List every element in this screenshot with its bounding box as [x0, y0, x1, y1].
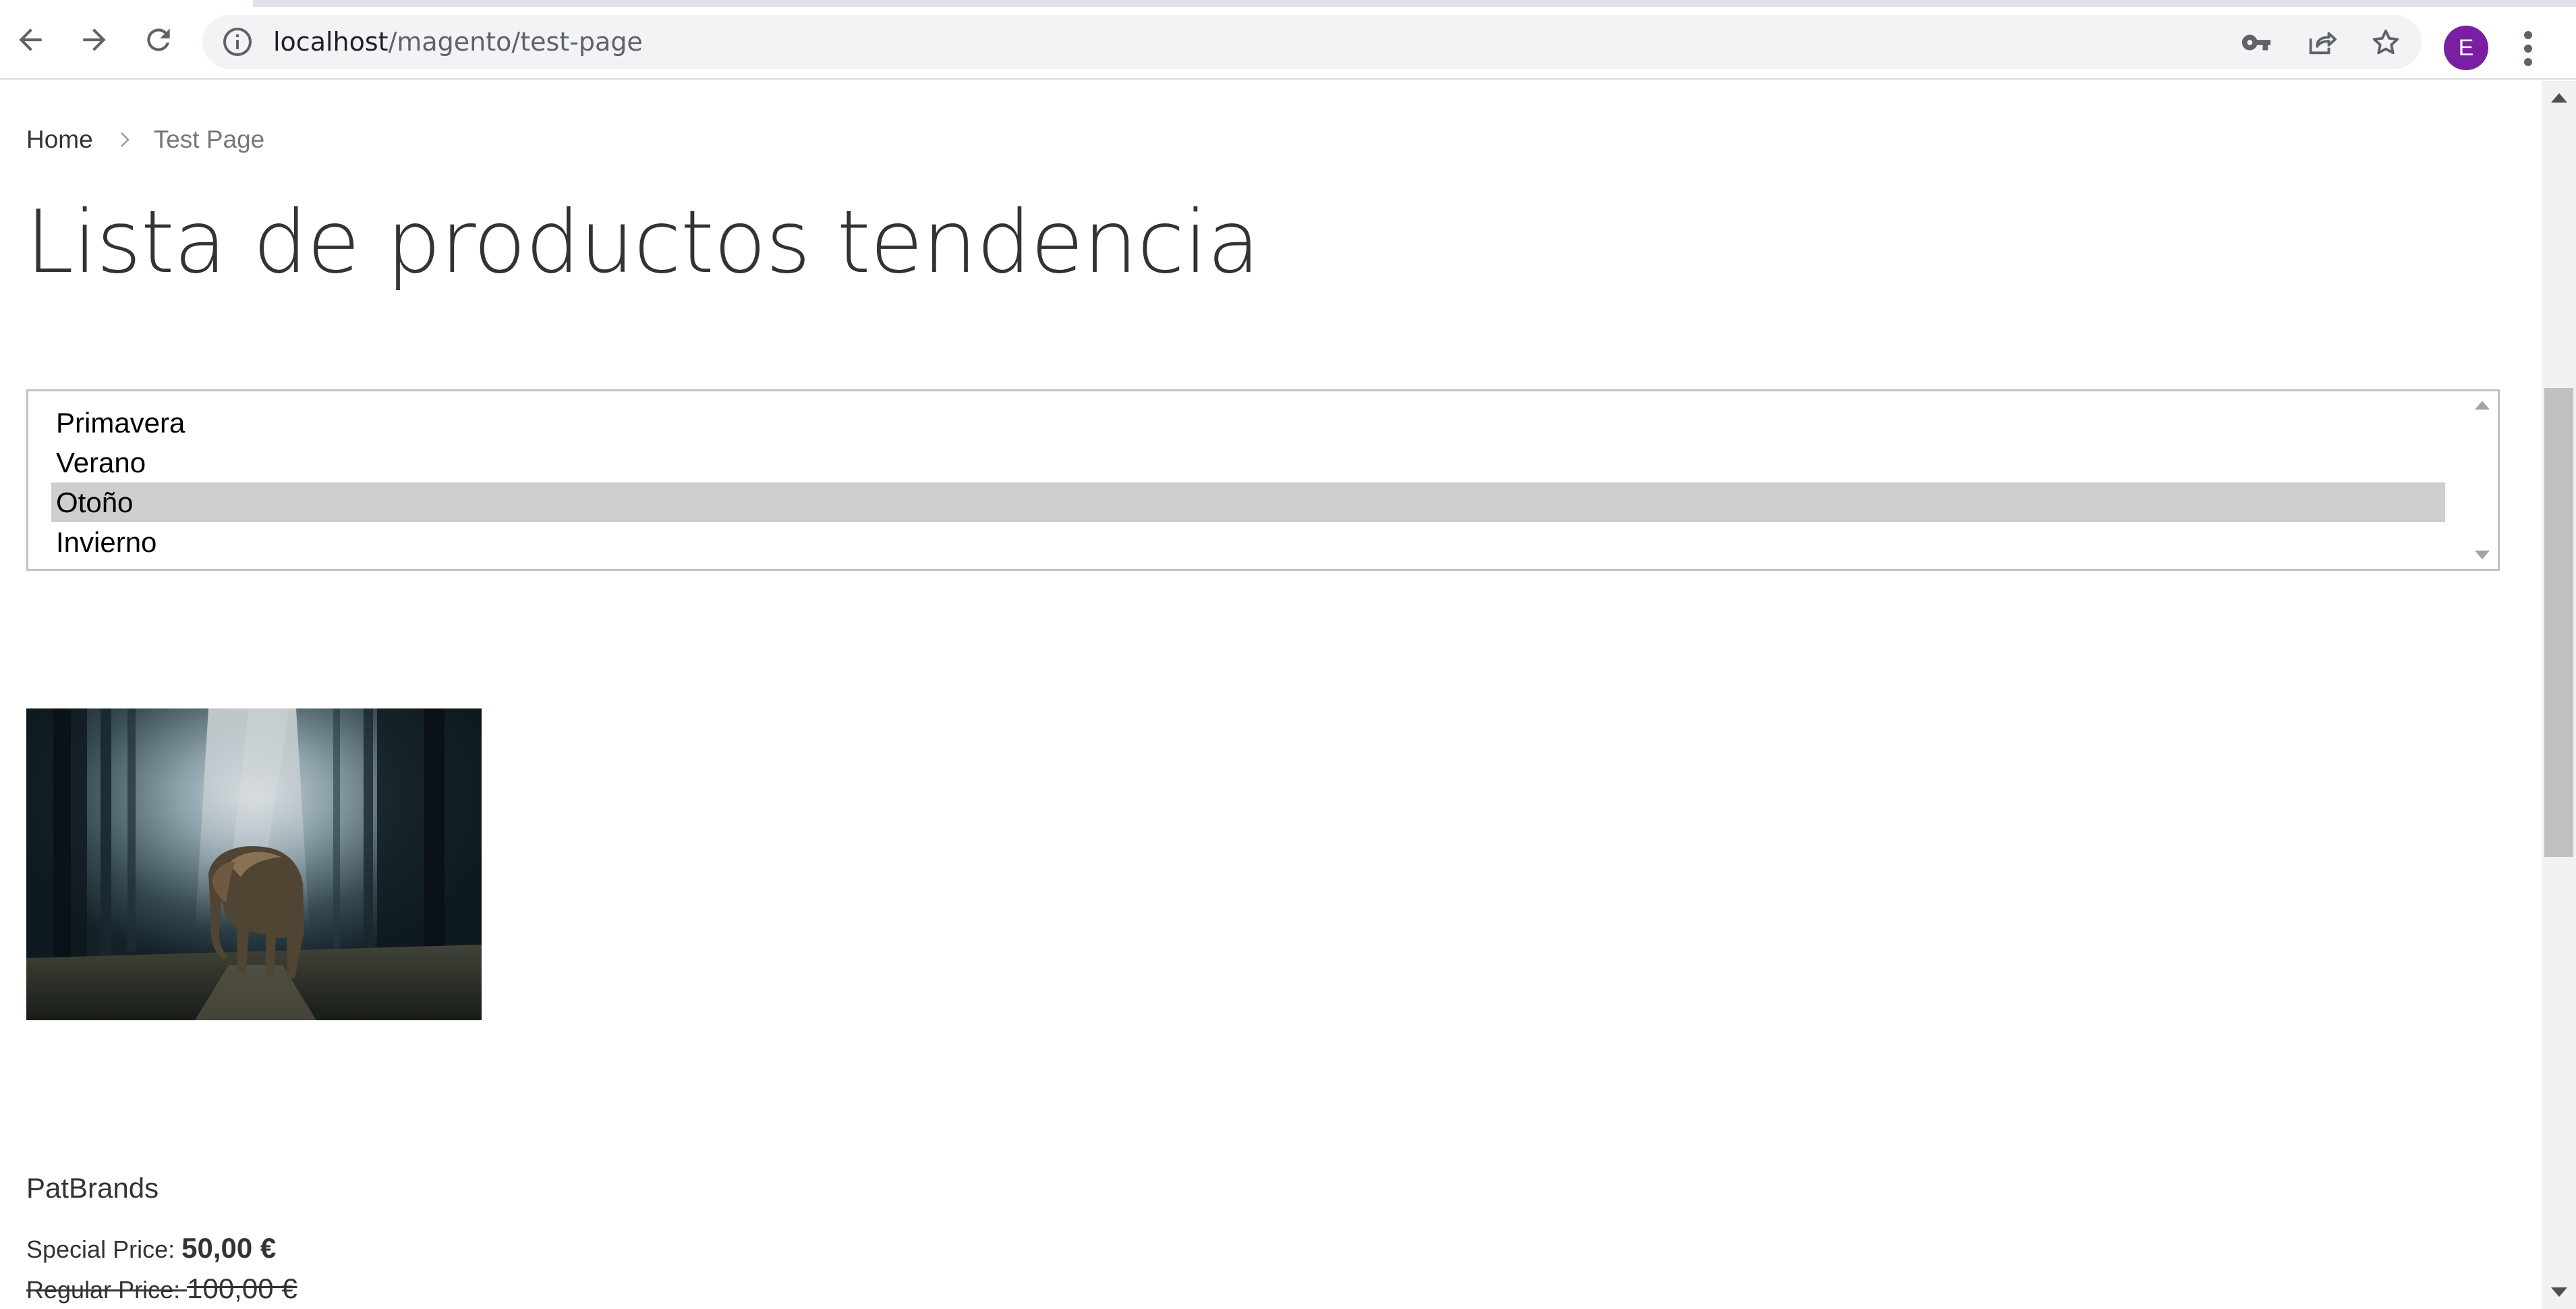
key-icon[interactable]	[2241, 27, 2272, 58]
active-tab[interactable]	[0, 0, 253, 7]
arrow-right-icon	[83, 28, 106, 51]
arrow-left-icon	[19, 28, 42, 51]
url-text[interactable]: localhost/magento/test-page	[273, 15, 643, 69]
special-price-row: Special Price: 50,00 €	[26, 1232, 276, 1264]
page-scrollbar[interactable]	[2542, 81, 2576, 1309]
url-host: localhost	[273, 27, 389, 57]
page-content: Home Test Page Lista de productos tenden…	[0, 81, 2542, 1309]
profile-avatar[interactable]: E	[2444, 26, 2488, 70]
forward-button[interactable]	[71, 16, 118, 63]
page-title: Lista de productos tendencia	[26, 192, 1260, 293]
more-menu-icon[interactable]	[2515, 27, 2542, 70]
regular-price-label: Regular Price:	[26, 1276, 181, 1304]
address-bar[interactable]: localhost/magento/test-page	[202, 15, 2422, 69]
regular-price-value: 100,00 €	[187, 1273, 297, 1304]
reload-button[interactable]	[135, 16, 182, 63]
special-price-value: 50,00 €	[181, 1232, 277, 1264]
url-path: /magento/test-page	[388, 27, 643, 57]
scroll-down-arrow-icon[interactable]	[2475, 551, 2490, 559]
season-listbox[interactable]: Primavera Verano Otoño Invierno	[26, 389, 2500, 571]
breadcrumb-current: Test Page	[153, 126, 265, 153]
product-brand[interactable]: PatBrands	[26, 1172, 159, 1204]
season-option-invierno[interactable]: Invierno	[51, 522, 156, 562]
special-price-label: Special Price:	[26, 1235, 175, 1263]
product-image[interactable]	[26, 708, 482, 1020]
back-button[interactable]	[7, 16, 54, 63]
season-option-verano[interactable]: Verano	[51, 443, 146, 482]
reload-icon	[147, 28, 170, 51]
scrollbar-thumb[interactable]	[2544, 388, 2573, 857]
season-option-primavera[interactable]: Primavera	[51, 403, 185, 443]
scroll-down-arrow-icon[interactable]	[2551, 1287, 2567, 1297]
season-option-otono[interactable]: Otoño	[51, 482, 2445, 522]
share-icon[interactable]	[2306, 27, 2337, 58]
chevron-right-icon	[120, 132, 130, 147]
star-icon[interactable]	[2370, 27, 2401, 58]
scroll-up-arrow-icon[interactable]	[2551, 93, 2567, 103]
breadcrumb-home-link[interactable]: Home	[26, 126, 93, 154]
scroll-up-arrow-icon[interactable]	[2475, 401, 2490, 410]
browser-toolbar: localhost/magento/test-page E	[0, 7, 2576, 80]
listbox-scrollbar[interactable]	[2467, 391, 2498, 569]
breadcrumb: Home Test Page	[26, 126, 264, 154]
tab-strip	[0, 0, 2576, 7]
info-icon[interactable]	[221, 26, 254, 58]
regular-price-row: Regular Price: 100,00 €	[26, 1273, 297, 1305]
